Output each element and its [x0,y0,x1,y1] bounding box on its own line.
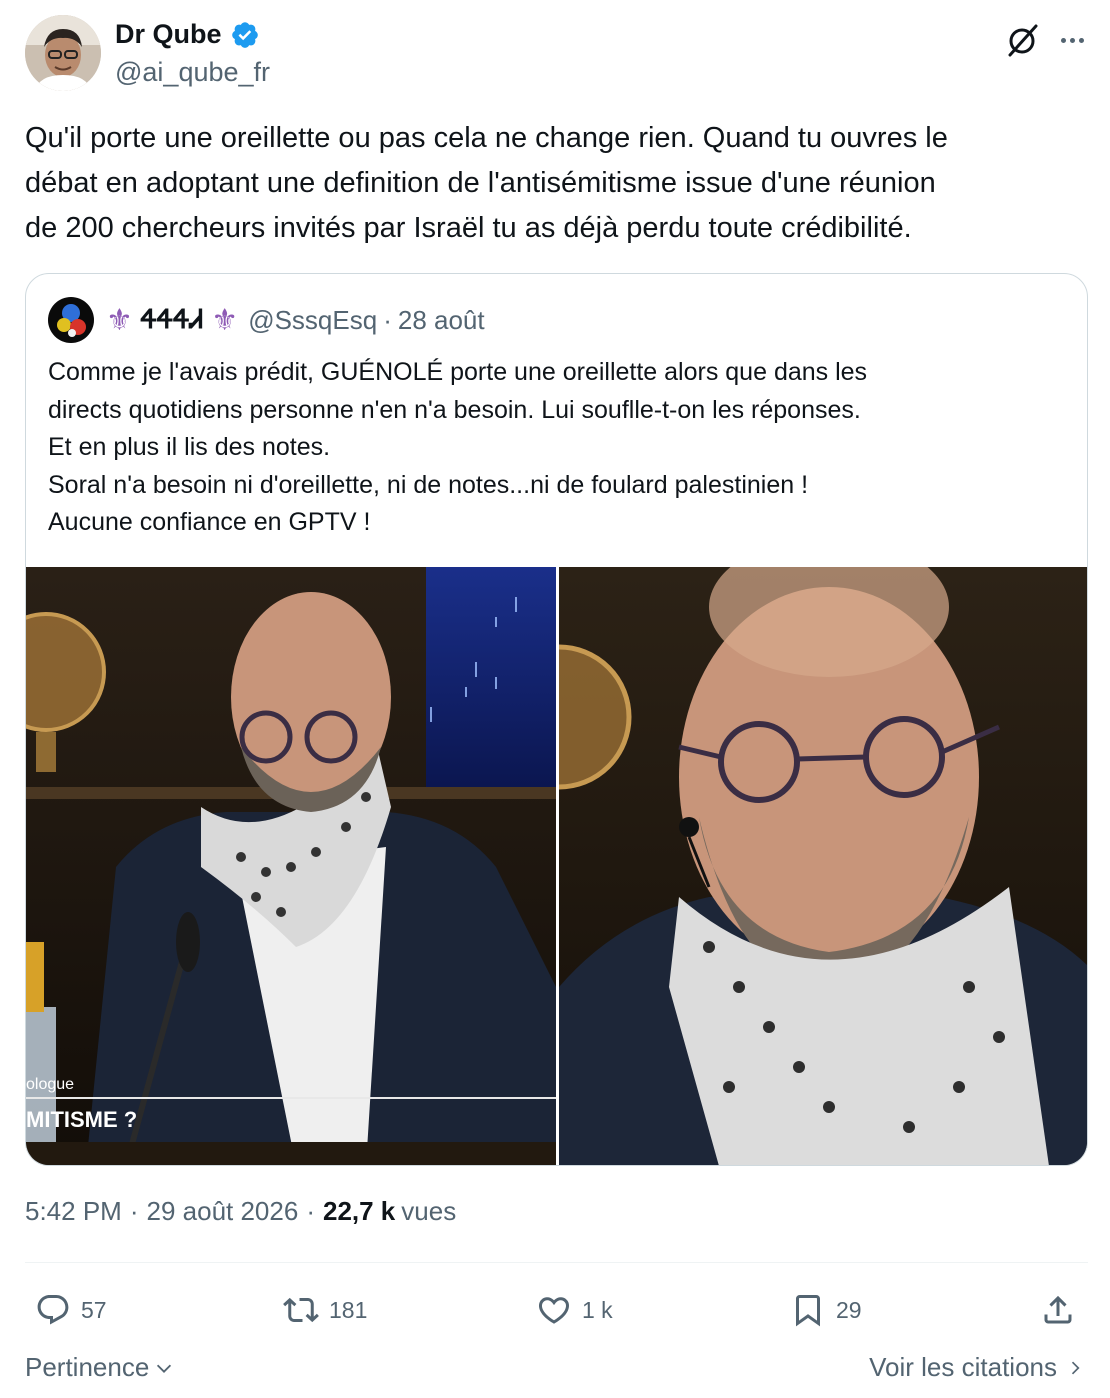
views-label: vues [401,1196,457,1226]
author-display-name[interactable]: Dr Qube [115,19,222,50]
quoted-tweet[interactable]: ⚜ ᏎᏎᏎᏗ ⚜ @SssqEsq · 28 août Comme je l'a… [25,273,1088,1166]
tweet-text-line: Qu'il porte une oreillette ou pas cela n… [25,122,948,154]
tweet-header: Dr Qube @ai_qube_fr [25,15,1090,91]
quote-date: 28 août [397,304,485,335]
like-count: 1 k [582,1296,613,1323]
tweet-date[interactable]: 29 août 2026 [147,1196,299,1227]
more-options-icon[interactable] [1054,21,1090,59]
quote-author-handle: @SssqEsq [248,304,378,335]
repost-icon [283,1297,319,1323]
bookmark-button[interactable]: 29 [790,1282,862,1338]
overlay-caption-top: ologue [26,1076,74,1093]
quote-text-line: Aucune confiance en GPTV ! [48,508,371,536]
fleur-de-lis-icon: ⚜ [106,303,133,337]
separator-dot: · [129,1196,139,1226]
quote-text-line: Et en plus il lis des notes. [48,433,331,461]
media-image-right[interactable] [559,567,1087,1165]
reply-count: 57 [81,1296,107,1323]
overlay-caption-bottom: MITISME ? [26,1107,137,1132]
tweet-text: Qu'il porte une oreillette ou pas cela n… [25,116,1085,251]
repost-count: 181 [329,1296,368,1323]
media-image-left[interactable]: ologue MITISME ? [26,567,556,1165]
chevron-right-icon [1071,1361,1080,1374]
fleur-de-lis-icon: ⚜ [211,303,239,337]
quote-author-avatar [48,297,94,343]
quote-text: Comme je l'avais prédit, GUÉNOLÉ porte u… [48,354,1068,542]
reply-button[interactable]: 57 [35,1282,107,1338]
quote-author-display-name: ᏎᏎᏎᏗ [140,304,204,334]
divider [25,1262,1088,1263]
quote-text-line: directs quotidiens personne n'en n'a bes… [48,395,861,424]
tweet-meta: 5:42 PM · 29 août 2026 · 22,7 k vues [25,1196,456,1227]
quote-text-line: Comme je l'avais prédit, GUÉNOLÉ porte u… [48,358,868,386]
reply-footer: Pertinence Voir les citations [25,1346,1090,1390]
sort-label: Pertinence [25,1352,150,1382]
author-handle[interactable]: @ai_qube_fr [115,57,270,88]
view-quotes-link[interactable]: Voir les citations [869,1352,1085,1383]
quote-text-line: Soral n'a besoin ni d'oreillette, ni de … [48,470,809,499]
share-button[interactable] [1040,1282,1076,1338]
reply-icon [37,1295,69,1325]
action-bar: 57 181 1 k 29 [25,1282,1090,1338]
sort-dropdown[interactable]: Pertinence [25,1352,175,1383]
view-quotes-label: Voir les citations [869,1352,1057,1382]
share-icon [1044,1295,1072,1324]
repost-button[interactable]: 181 [283,1282,367,1338]
bookmark-icon [796,1295,820,1327]
quote-media: ologue MITISME ? [26,567,1087,1165]
views-count: 22,7 k [322,1196,396,1226]
author-avatar[interactable] [25,15,101,91]
verified-badge-icon [231,21,258,48]
separator-dot: · [383,304,392,335]
separator-dot: · [306,1196,315,1226]
tweet-text-line: de 200 chercheurs invités par Israël tu … [25,212,912,244]
chevron-down-icon [157,1364,172,1373]
grok-icon[interactable] [1004,21,1042,59]
tweet-time[interactable]: 5:42 PM [25,1196,122,1227]
heart-icon [538,1297,570,1324]
bookmark-count: 29 [836,1296,862,1323]
like-button[interactable]: 1 k [536,1282,613,1338]
tweet-text-line: débat en adoptant une definition de l'an… [25,167,936,199]
